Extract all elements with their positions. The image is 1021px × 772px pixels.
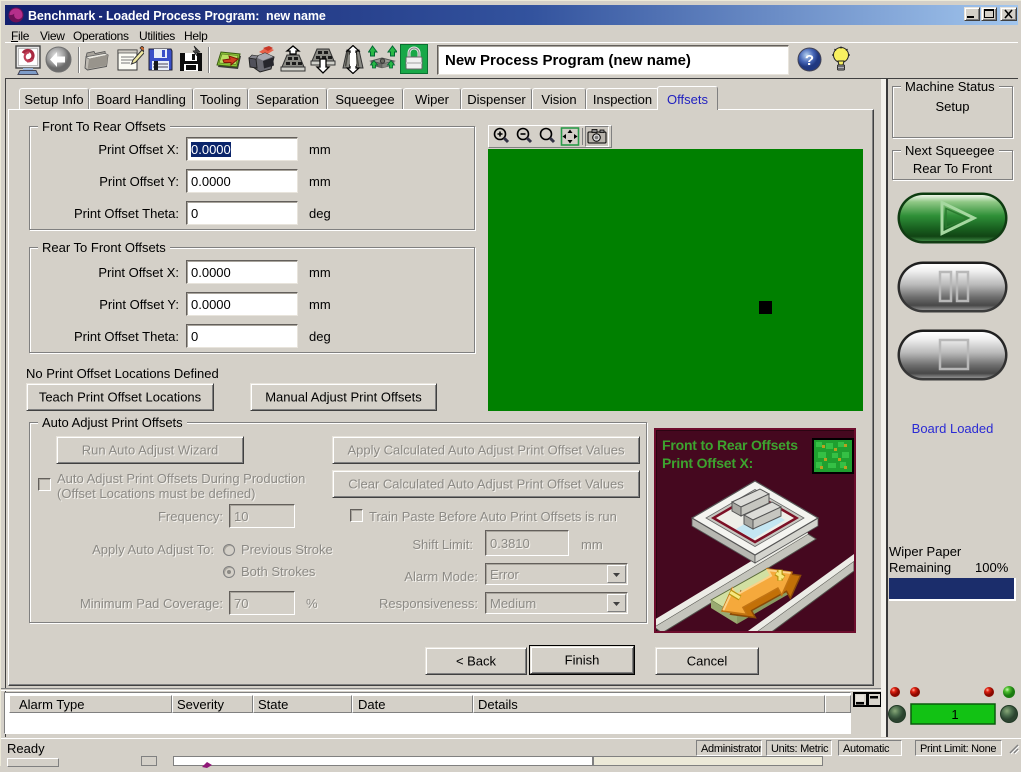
svg-text:1: 1 (951, 707, 958, 722)
svg-text:?: ? (805, 52, 814, 69)
